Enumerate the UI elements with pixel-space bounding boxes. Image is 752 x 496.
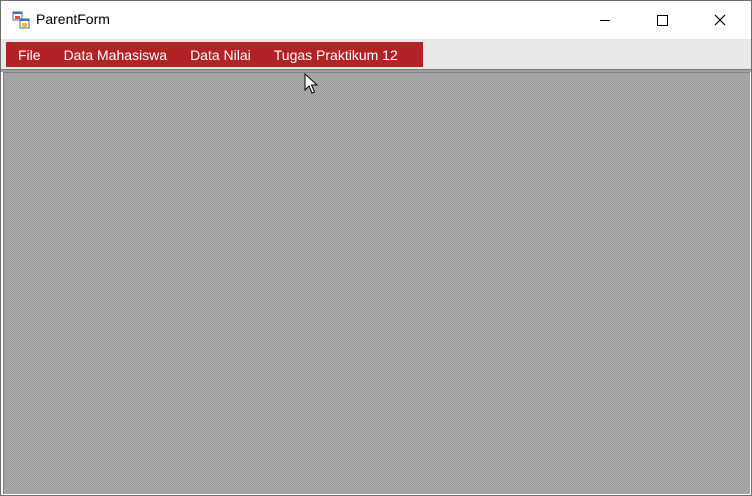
close-icon xyxy=(714,14,726,26)
menu-item-tugas-praktikum-12[interactable]: Tugas Praktikum 12 xyxy=(262,47,409,63)
menu-item-data-mahasiswa[interactable]: Data Mahasiswa xyxy=(52,47,179,63)
menu-strip: File Data Mahasiswa Data Nilai Tugas Pra… xyxy=(1,39,751,69)
maximize-icon xyxy=(657,15,668,26)
window-title: ParentForm xyxy=(36,11,110,27)
parent-form-window: ParentForm File Data Mahasiswa Data Nila… xyxy=(0,0,752,496)
minimize-icon xyxy=(600,20,610,21)
menu-item-data-nilai[interactable]: Data Nilai xyxy=(178,47,262,63)
maximize-button[interactable] xyxy=(633,1,691,39)
minimize-button[interactable] xyxy=(576,1,634,39)
mdi-client-area[interactable] xyxy=(3,72,750,494)
app-icon[interactable] xyxy=(12,11,30,29)
menu-bar: File Data Mahasiswa Data Nilai Tugas Pra… xyxy=(6,42,423,67)
menu-item-file[interactable]: File xyxy=(6,47,52,63)
close-button[interactable] xyxy=(691,1,749,39)
title-bar[interactable]: ParentForm xyxy=(1,1,751,39)
